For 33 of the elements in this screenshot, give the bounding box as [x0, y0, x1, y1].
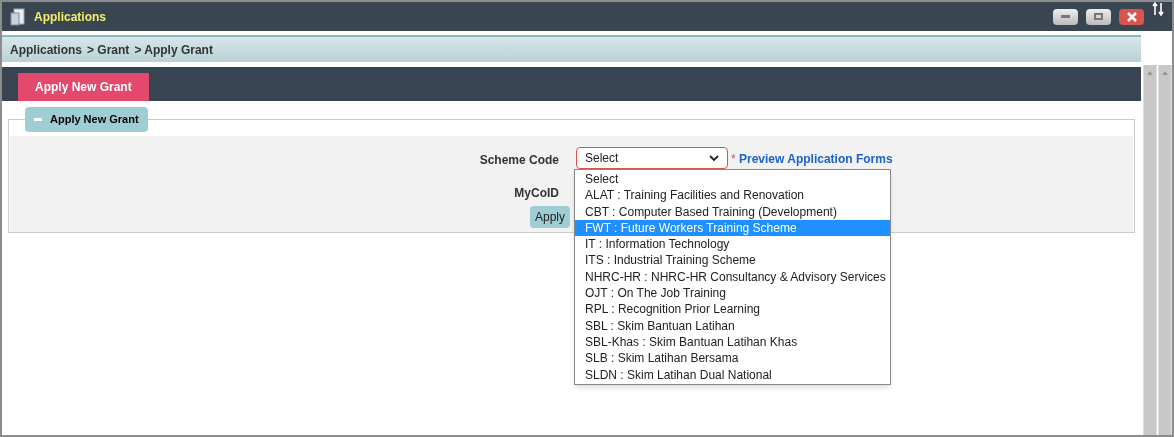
chevron-down-icon	[709, 154, 719, 162]
field-label: MyCoID	[514, 185, 559, 202]
breadcrumb-item[interactable]: > Grant	[87, 40, 130, 59]
required-mark: *	[731, 151, 736, 168]
close-button[interactable]	[1119, 8, 1144, 25]
dropdown-option[interactable]: SBL : Skim Bantuan Latihan	[575, 317, 890, 334]
dropdown-option[interactable]: ITS : Industrial Training Scheme	[575, 252, 890, 269]
dropdown-option[interactable]: OJT : On The Job Training	[575, 285, 890, 302]
maximize-button[interactable]	[1086, 8, 1111, 25]
dropdown-option[interactable]: CBT : Computer Based Training (Development)	[575, 203, 890, 220]
dropdown-option[interactable]: Select	[575, 171, 890, 188]
dropdown-option[interactable]: SBL-Khas : Skim Bantuan Latihan Khas	[575, 333, 890, 351]
document-icon	[10, 7, 26, 26]
field-label: Scheme Code	[479, 152, 559, 169]
breadcrumb-item[interactable]: > Apply Grant	[134, 40, 213, 59]
section-toggle[interactable]: Apply New Grant	[25, 107, 148, 132]
close-icon	[1126, 11, 1137, 22]
maximize-icon	[1094, 13, 1103, 20]
window-title: Applications	[34, 8, 106, 26]
dropdown-option[interactable]: IT : Information Technology	[575, 236, 890, 253]
breadcrumb-item[interactable]: Applications	[10, 40, 82, 59]
dropdown-option[interactable]: RPL : Recognition Prior Learning	[575, 301, 890, 318]
scheme-code-select[interactable]: Select	[576, 147, 728, 169]
tab[interactable]: Apply New Grant	[18, 73, 149, 101]
dropdown-option[interactable]: SLB : Skim Latihan Bersama	[575, 350, 890, 367]
minimize-button[interactable]	[1053, 8, 1078, 25]
dropdown-option[interactable]: ALAT : Training Facilities and Renovation	[575, 187, 890, 204]
sort-arrows-icon[interactable]	[1152, 2, 1164, 16]
apply-button[interactable]: Apply	[530, 206, 570, 228]
dropdown-option[interactable]: NHRC-HR : NHRC-HR Consultancy & Advisory Services	[575, 268, 890, 286]
minimize-icon	[1061, 15, 1070, 18]
dropdown-option[interactable]: SLDN : Skim Latihan Dual National	[575, 366, 890, 383]
preview-link[interactable]: Preview Application Forms	[739, 150, 893, 168]
